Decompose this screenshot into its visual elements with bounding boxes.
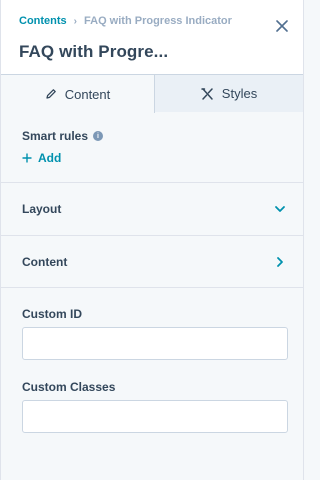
breadcrumb-current: FAQ with Progress Indicator [84, 15, 232, 27]
chevron-down-icon [275, 206, 285, 212]
tab-bar: Content Styles [1, 74, 303, 113]
tab-content[interactable]: Content [1, 74, 155, 113]
custom-id-label: Custom ID [22, 307, 82, 321]
custom-classes-label: Custom Classes [22, 380, 116, 394]
smart-rules-label: Smart rules [22, 129, 89, 143]
info-icon[interactable]: i [93, 131, 104, 141]
tab-content-label: Content [64, 86, 111, 102]
custom-classes-field[interactable] [22, 400, 288, 433]
styles-icon [201, 87, 213, 100]
close-icon [276, 20, 288, 32]
custom-id-field[interactable] [22, 327, 288, 360]
chevron-right-icon: › [73, 15, 78, 27]
sidebar-panel: Contents › FAQ with Progress Indicator F… [0, 0, 304, 480]
plus-icon [22, 153, 32, 163]
divider [1, 287, 303, 288]
close-button[interactable] [273, 17, 291, 35]
pencil-icon [46, 89, 56, 99]
panel-header: Contents › FAQ with Progress Indicator F… [1, 0, 303, 74]
smart-rules-section: Smart rules i Add [1, 112, 303, 182]
chevron-right-icon [277, 257, 283, 267]
accordion-content-label: Content [22, 255, 68, 269]
tab-styles[interactable]: Styles [155, 74, 303, 112]
page-title: FAQ with Progre... [19, 42, 169, 61]
accordion-layout-label: Layout [22, 202, 62, 216]
accordion-layout[interactable]: Layout [1, 183, 303, 235]
breadcrumb-parent-link[interactable]: Contents [19, 15, 67, 27]
tab-styles-label: Styles [221, 86, 258, 101]
breadcrumb: Contents › FAQ with Progress Indicator [19, 15, 232, 27]
smart-rules-heading: Smart rules i [22, 129, 104, 143]
add-label: Add [38, 151, 62, 165]
add-smart-rule-button[interactable]: Add [22, 151, 61, 165]
accordion-content[interactable]: Content [1, 236, 303, 288]
